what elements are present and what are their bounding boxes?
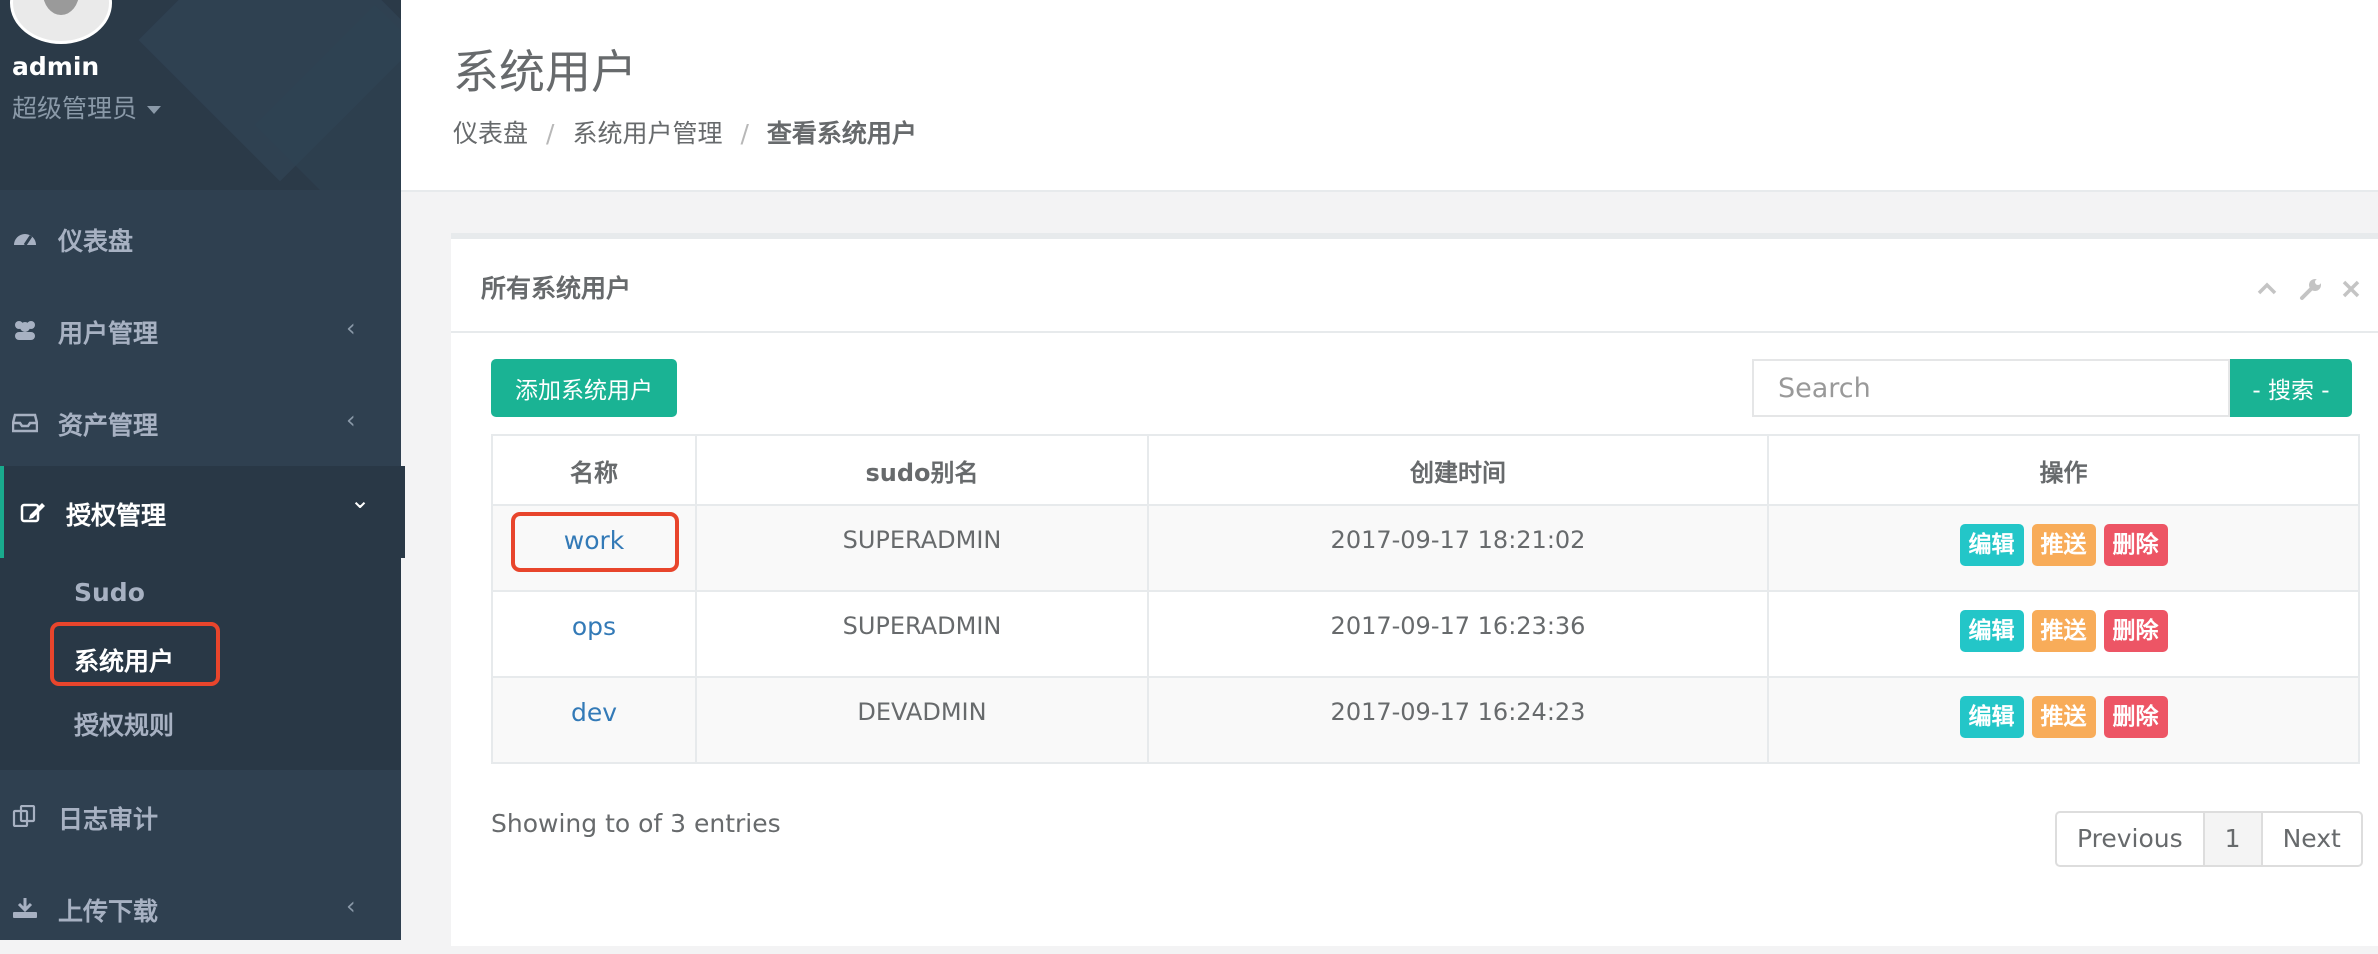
next-page-button[interactable]: Next bbox=[2263, 813, 2361, 865]
sidebar: admin 超级管理员 仪表盘 用户管理 ‹ 资产管理 ‹ 授权管理 ⌄ Sud… bbox=[0, 0, 405, 940]
cell-name: ops bbox=[491, 590, 697, 678]
cell-created: 2017-09-17 18:21:02 bbox=[1147, 504, 1769, 592]
push-button[interactable]: 推送 bbox=[2031, 696, 2096, 738]
table-row: dev DEVADMIN 2017-09-17 16:24:23 编辑 推送 删… bbox=[491, 676, 2360, 764]
breadcrumb: 仪表盘 / 系统用户管理 / 查看系统用户 bbox=[453, 114, 917, 150]
column-header-created-at[interactable]: 创建时间 bbox=[1147, 434, 1769, 506]
users-icon bbox=[15, 321, 35, 340]
cell-actions: 编辑 推送 删除 bbox=[1767, 590, 2360, 678]
sidebar-item-upload-download[interactable]: 上传下载 ‹ bbox=[0, 862, 401, 954]
delete-button[interactable]: 删除 bbox=[2103, 610, 2168, 652]
column-header-sudo-alias[interactable]: sudo别名 bbox=[695, 434, 1149, 506]
cell-actions: 编辑 推送 删除 bbox=[1767, 676, 2360, 764]
chevron-left-icon: ‹ bbox=[346, 406, 356, 434]
breadcrumb-item-dashboard[interactable]: 仪表盘 bbox=[453, 119, 528, 148]
breadcrumb-item-system-user-management[interactable]: 系统用户管理 bbox=[572, 119, 722, 148]
search-button[interactable]: - 搜索 - bbox=[2230, 359, 2352, 417]
breadcrumb-separator: / bbox=[546, 119, 555, 148]
sidebar-item-label: 用户管理 bbox=[58, 319, 159, 348]
sidebar-item-label: 日志审计 bbox=[58, 805, 159, 834]
sidebar-item-label: 上传下载 bbox=[58, 897, 159, 926]
page-header: 系统用户 仪表盘 / 系统用户管理 / 查看系统用户 bbox=[401, 0, 2378, 192]
column-header-actions: 操作 bbox=[1767, 434, 2360, 506]
download-icon bbox=[13, 898, 37, 918]
edit-button[interactable]: 编辑 bbox=[1959, 696, 2024, 738]
close-icon[interactable] bbox=[2339, 277, 2363, 301]
user-link[interactable]: ops bbox=[572, 612, 616, 641]
table-info: Showing to of 3 entries bbox=[491, 809, 781, 838]
cell-actions: 编辑 推送 删除 bbox=[1767, 504, 2360, 592]
table-row: work SUPERADMIN 2017-09-17 18:21:02 编辑 推… bbox=[491, 504, 2360, 592]
cell-created: 2017-09-17 16:24:23 bbox=[1147, 676, 1769, 764]
avatar-image bbox=[43, 0, 79, 15]
panel-title: 所有系统用户 bbox=[481, 274, 632, 303]
cell-sudo: SUPERADMIN bbox=[695, 504, 1149, 592]
cell-sudo: SUPERADMIN bbox=[695, 590, 1149, 678]
user-name: admin bbox=[12, 52, 100, 81]
avatar[interactable] bbox=[10, 0, 112, 44]
user-role-dropdown[interactable]: 超级管理员 bbox=[12, 89, 162, 125]
sidebar-item-authorization[interactable]: 授权管理 ⌄ bbox=[0, 466, 405, 558]
inbox-icon bbox=[12, 413, 38, 433]
sidebar-item-users[interactable]: 用户管理 ‹ bbox=[0, 284, 401, 376]
cell-created: 2017-09-17 16:23:36 bbox=[1147, 590, 1769, 678]
chevron-left-icon: ‹ bbox=[346, 892, 356, 920]
sidebar-item-dashboard[interactable]: 仪表盘 bbox=[0, 192, 401, 284]
table-header-row: 名称 sudo别名 创建时间 操作 bbox=[491, 434, 2360, 506]
add-system-user-button[interactable]: 添加系统用户 bbox=[491, 359, 677, 417]
sidebar-item-audit-log[interactable]: 日志审计 bbox=[0, 770, 401, 862]
delete-button[interactable]: 删除 bbox=[2103, 696, 2168, 738]
chevron-down-icon: ⌄ bbox=[350, 486, 371, 514]
pagination: Previous 1 Next bbox=[2055, 811, 2363, 867]
user-role-label: 超级管理员 bbox=[12, 94, 138, 123]
user-link[interactable]: dev bbox=[571, 698, 617, 727]
page-1-button[interactable]: 1 bbox=[2204, 813, 2263, 865]
highlight-box bbox=[511, 512, 679, 572]
highlight-box bbox=[50, 622, 220, 686]
edit-icon bbox=[20, 503, 45, 523]
delete-button[interactable]: 删除 bbox=[2103, 524, 2168, 566]
copy-icon bbox=[12, 805, 36, 827]
sidebar-item-assets[interactable]: 资产管理 ‹ bbox=[0, 376, 401, 468]
previous-page-button[interactable]: Previous bbox=[2057, 813, 2205, 865]
column-header-name[interactable]: 名称 bbox=[491, 434, 697, 506]
panel-header: 所有系统用户 bbox=[451, 239, 2378, 333]
search-input[interactable] bbox=[1752, 359, 2230, 417]
submenu-item-auth-rules[interactable]: 授权规则 bbox=[74, 706, 174, 742]
edit-button[interactable]: 编辑 bbox=[1959, 610, 2024, 652]
breadcrumb-item-current: 查看系统用户 bbox=[766, 119, 917, 148]
cell-sudo: DEVADMIN bbox=[695, 676, 1149, 764]
page-title: 系统用户 bbox=[453, 45, 637, 99]
push-button[interactable]: 推送 bbox=[2031, 524, 2096, 566]
cell-name: dev bbox=[491, 676, 697, 764]
dashboard-icon bbox=[14, 234, 36, 246]
sidebar-item-label: 仪表盘 bbox=[58, 227, 134, 256]
breadcrumb-separator: / bbox=[740, 119, 749, 148]
table-row: ops SUPERADMIN 2017-09-17 16:23:36 编辑 推送… bbox=[491, 590, 2360, 678]
push-button[interactable]: 推送 bbox=[2031, 610, 2096, 652]
profile-header: admin 超级管理员 bbox=[0, 0, 401, 190]
wrench-icon[interactable] bbox=[2299, 277, 2323, 301]
caret-down-icon bbox=[147, 106, 162, 114]
chevron-left-icon: ‹ bbox=[346, 314, 356, 342]
sidebar-item-label: 资产管理 bbox=[58, 411, 159, 440]
system-users-table: 名称 sudo别名 创建时间 操作 work SUPERADMIN 2017-0… bbox=[491, 434, 2360, 764]
chevron-up-icon[interactable] bbox=[2255, 277, 2279, 301]
submenu-item-sudo[interactable]: Sudo bbox=[74, 578, 145, 607]
system-users-panel: 所有系统用户 添加系统用户 - 搜索 - 名称 sudo别名 创建时间 操作 w… bbox=[451, 233, 2378, 946]
sidebar-item-label: 授权管理 bbox=[66, 501, 167, 530]
edit-button[interactable]: 编辑 bbox=[1959, 524, 2024, 566]
